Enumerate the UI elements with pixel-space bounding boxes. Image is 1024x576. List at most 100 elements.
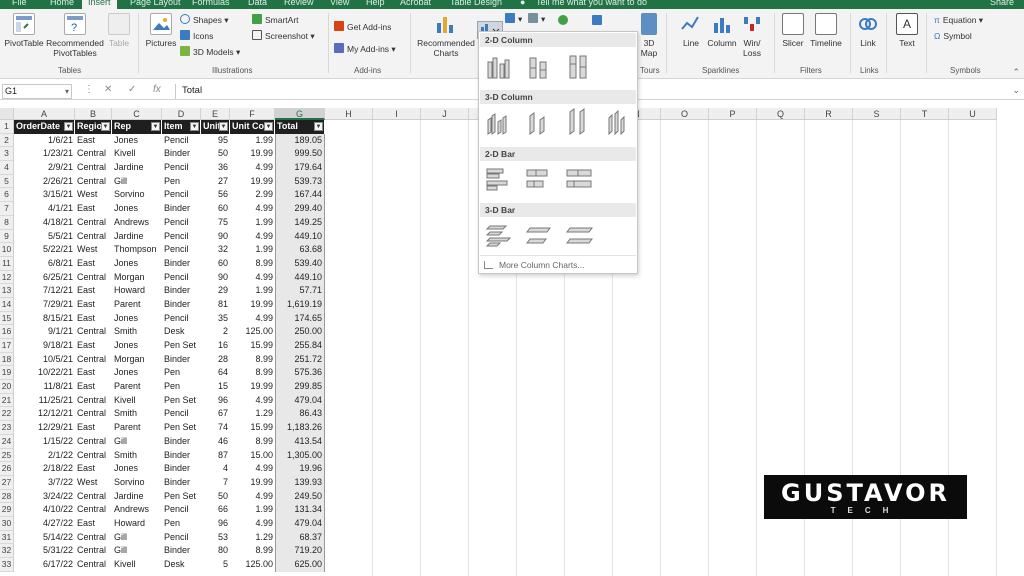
table-cell[interactable]: 53 <box>201 531 230 545</box>
table-cell[interactable]: 5/5/21 <box>14 230 75 244</box>
table-cell[interactable]: East <box>75 421 112 435</box>
table-cell[interactable]: 125.00 <box>230 558 275 572</box>
enter-check-icon[interactable]: ✓ <box>128 84 136 95</box>
column-header-f[interactable]: F <box>230 108 275 120</box>
row-header[interactable]: 23 <box>0 421 14 435</box>
row-header[interactable]: 1 <box>0 120 14 134</box>
table-cell[interactable]: 7/12/21 <box>14 284 75 298</box>
table-cell[interactable]: 19.99 <box>230 147 275 161</box>
table-cell[interactable]: 1.99 <box>230 284 275 298</box>
table-cell[interactable]: Jones <box>112 366 162 380</box>
table-cell[interactable]: Pencil <box>162 503 201 517</box>
table-cell[interactable]: Binder <box>162 544 201 558</box>
table-cell[interactable]: 250.00 <box>275 325 325 339</box>
table-cell[interactable]: Gill <box>112 544 162 558</box>
table-cell[interactable]: 19.99 <box>230 380 275 394</box>
table-cell[interactable]: Central <box>75 531 112 545</box>
table-cell[interactable]: 7/29/21 <box>14 298 75 312</box>
row-header[interactable]: 6 <box>0 188 14 203</box>
filter-dropdown-icon[interactable]: ▼ <box>190 122 199 131</box>
table-cell[interactable]: 6/25/21 <box>14 271 75 285</box>
column-header-r[interactable]: R <box>805 108 853 120</box>
column-header-g[interactable]: G <box>275 108 325 120</box>
table-cell[interactable]: 719.20 <box>275 544 325 558</box>
table-cell[interactable]: East <box>75 298 112 312</box>
table-cell[interactable]: 6/8/21 <box>14 257 75 271</box>
filter-dropdown-icon[interactable]: ▼ <box>64 122 73 131</box>
table-cell[interactable]: 9/18/21 <box>14 339 75 353</box>
row-header[interactable]: 19 <box>0 366 14 381</box>
row-header[interactable]: 9 <box>0 229 14 244</box>
smartart-button[interactable]: SmartArt <box>252 14 299 26</box>
table-cell[interactable]: East <box>75 202 112 216</box>
table-cell[interactable]: Morgan <box>112 271 162 285</box>
column-header-q[interactable]: Q <box>757 108 805 120</box>
table-cell[interactable]: 3/24/22 <box>14 490 75 504</box>
table-cell[interactable]: 50 <box>201 490 230 504</box>
table-cell[interactable]: Pen Set <box>162 421 201 435</box>
column-header-h[interactable]: H <box>325 108 373 120</box>
column-header-p[interactable]: P <box>709 108 757 120</box>
table-cell[interactable]: 4.99 <box>230 230 275 244</box>
column-header-d[interactable]: D <box>162 108 201 120</box>
row-header[interactable]: 10 <box>0 243 14 257</box>
table-cell[interactable]: 8/15/21 <box>14 312 75 326</box>
table-cell[interactable]: Pen <box>162 175 201 189</box>
column-header-i[interactable]: I <box>373 108 421 120</box>
name-box[interactable]: G1 ▾ <box>2 84 72 99</box>
table-cell[interactable]: Central <box>75 271 112 285</box>
column-header-t[interactable]: T <box>901 108 949 120</box>
row-header[interactable]: 27 <box>0 475 14 490</box>
table-cell[interactable]: 4.99 <box>230 490 275 504</box>
table-cell[interactable]: 60 <box>201 257 230 271</box>
table-cell[interactable]: East <box>75 339 112 353</box>
table-cell[interactable]: 10/22/21 <box>14 366 75 380</box>
column-header-e[interactable]: E <box>201 108 230 120</box>
table-button[interactable]: Table <box>106 13 132 48</box>
table-cell[interactable]: Pencil <box>162 216 201 230</box>
pivotchart-button[interactable] <box>592 15 605 27</box>
table-cell[interactable]: Pen Set <box>162 394 201 408</box>
row-header[interactable]: 3 <box>0 147 14 162</box>
text-button[interactable]: A Text <box>894 13 920 48</box>
table-cell[interactable]: Binder <box>162 257 201 271</box>
table-cell[interactable]: 87 <box>201 449 230 463</box>
row-header[interactable]: 31 <box>0 530 14 545</box>
row-header[interactable]: 21 <box>0 393 14 408</box>
table-cell[interactable]: 479.04 <box>275 393 325 408</box>
symbol-button[interactable]: Ω Symbol <box>934 30 972 42</box>
sparkline-winloss-button[interactable]: Win/ Loss <box>740 13 764 58</box>
table-cell[interactable]: 999.50 <box>275 147 325 162</box>
table-cell[interactable]: 8.99 <box>230 435 275 449</box>
table-cell[interactable]: 90 <box>201 271 230 285</box>
table-cell[interactable]: 2/9/21 <box>14 161 75 175</box>
100-stacked-bar-option[interactable] <box>564 165 594 193</box>
table-cell[interactable]: 1.29 <box>230 531 275 545</box>
3d-clustered-column-option[interactable] <box>484 108 514 136</box>
table-cell[interactable]: 5 <box>201 558 230 572</box>
3d-stacked-column-option[interactable] <box>524 108 554 136</box>
table-cell[interactable]: Morgan <box>112 353 162 367</box>
table-cell[interactable]: 80 <box>201 544 230 558</box>
table-cell[interactable]: 8.99 <box>230 544 275 558</box>
table-cell[interactable]: Howard <box>112 517 162 531</box>
maps-chart-button[interactable] <box>558 15 571 27</box>
table-cell[interactable]: 413.54 <box>275 434 325 449</box>
table-cell[interactable]: 575.36 <box>275 366 325 381</box>
table-cell[interactable]: 299.85 <box>275 380 325 394</box>
table-cell[interactable]: 4.99 <box>230 394 275 408</box>
more-column-charts-link[interactable]: More Column Charts... <box>484 260 585 270</box>
table-cell[interactable]: Sorvino <box>112 476 162 490</box>
table-cell[interactable]: Gill <box>112 435 162 449</box>
timeline-button[interactable]: Timeline <box>808 13 844 48</box>
table-cell[interactable]: Binder <box>162 476 201 490</box>
column-header-c[interactable]: C <box>112 108 162 120</box>
table-cell[interactable]: Smith <box>112 325 162 339</box>
table-cell[interactable]: Pencil <box>162 407 201 421</box>
table-cell[interactable]: Central <box>75 490 112 504</box>
table-cell[interactable]: Binder <box>162 353 201 367</box>
table-cell[interactable]: 15.00 <box>230 449 275 463</box>
table-cell[interactable]: 95 <box>201 134 230 148</box>
table-cell[interactable]: 2/18/22 <box>14 462 75 476</box>
row-header[interactable]: 7 <box>0 202 14 216</box>
